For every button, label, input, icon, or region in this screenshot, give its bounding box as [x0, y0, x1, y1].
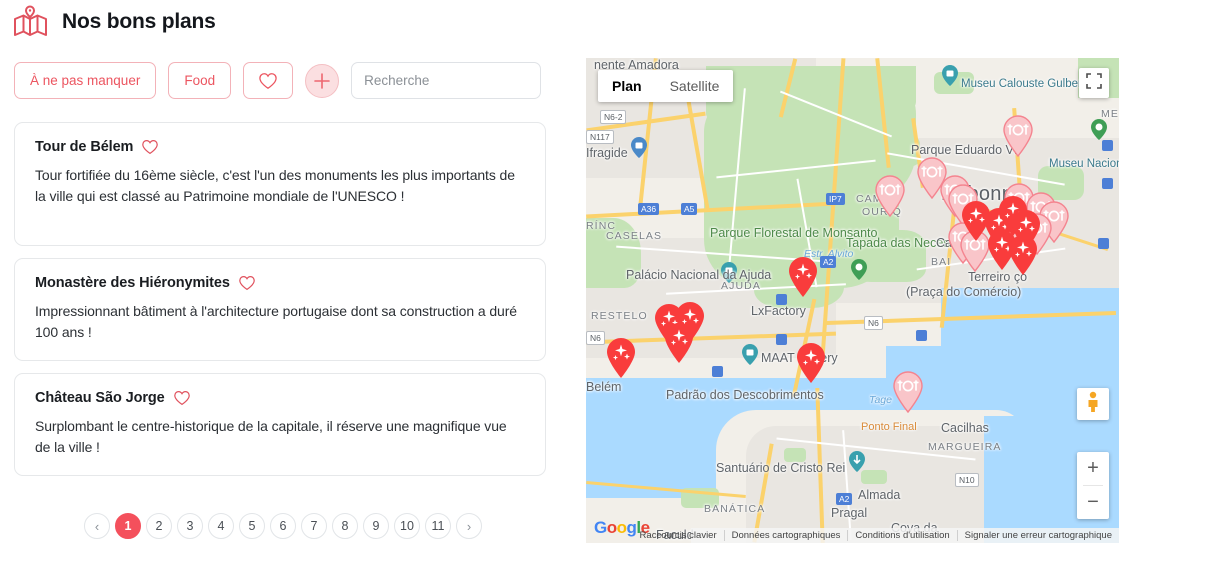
- map-type-plan[interactable]: Plan: [598, 70, 656, 102]
- map-poi-icon: [851, 259, 867, 280]
- street-view-pegman-icon: [1083, 391, 1103, 418]
- map-marker-food[interactable]: [873, 174, 907, 218]
- map-marker-food[interactable]: [891, 370, 925, 414]
- map-road-shield: A36: [638, 203, 660, 215]
- heart-icon[interactable]: [141, 139, 159, 155]
- pagination-page-6[interactable]: 6: [270, 513, 296, 539]
- map-road-shield: IP7: [826, 193, 845, 205]
- app-root: Nos bons plans À ne pas manquer Food Tou: [0, 0, 1209, 569]
- pagination-prev[interactable]: ‹: [84, 513, 110, 539]
- card-header: Tour de Bélem: [35, 139, 525, 155]
- pagination: ‹ 1 2 3 4 5 6 7 8 9 10 11 ›: [84, 513, 482, 539]
- map-attribution: Raccourcis clavier Données cartographiqu…: [640, 528, 1119, 543]
- card-title: Château São Jorge: [35, 390, 165, 407]
- map-road-shield: N6: [864, 316, 883, 330]
- card-description: Impressionnant bâtiment à l'architecture…: [35, 303, 517, 340]
- map-road-shield: N6: [586, 331, 605, 345]
- map-poi-icon: [942, 65, 958, 86]
- list-item[interactable]: Château São Jorge Surplombant le centre-…: [14, 373, 546, 477]
- map-road-shield: N6-2: [600, 110, 627, 124]
- map-canvas[interactable]: Lisbonne Parque Florestal de Monsanto Parq…: [586, 58, 1119, 543]
- card-header: Monastère des Hiéronymites: [35, 275, 525, 291]
- map-type-satellite[interactable]: Satellite: [656, 70, 734, 102]
- map-marker-must-see[interactable]: [1006, 233, 1040, 277]
- plans-list: Tour de Bélem Tour fortifiée du 16ème si…: [14, 122, 546, 488]
- list-item[interactable]: Monastère des Hiéronymites Impressionnan…: [14, 258, 546, 362]
- add-plan-button[interactable]: [305, 63, 340, 98]
- attribution-report-error[interactable]: Signaler une erreur cartographique: [956, 530, 1119, 541]
- plus-icon: [313, 72, 331, 90]
- pagination-page-4[interactable]: 4: [208, 513, 234, 539]
- card-header: Château São Jorge: [35, 390, 525, 406]
- map-poi-icon: [1091, 119, 1107, 140]
- page-header: Nos bons plans: [12, 4, 216, 40]
- map-poi-icon: [721, 262, 737, 283]
- filter-food[interactable]: Food: [168, 62, 232, 99]
- pagination-page-10[interactable]: 10: [394, 513, 420, 539]
- card-title: Tour de Bélem: [35, 139, 134, 155]
- street-view-button[interactable]: [1077, 388, 1109, 420]
- heart-icon[interactable]: [238, 275, 256, 291]
- fullscreen-button[interactable]: [1079, 68, 1109, 98]
- fullscreen-icon: [1086, 72, 1102, 94]
- map-marker-must-see[interactable]: [662, 321, 696, 365]
- pagination-page-1[interactable]: 1: [115, 513, 141, 539]
- map-poi-icon: [849, 451, 865, 472]
- attribution-map-data[interactable]: Données cartographiques: [723, 530, 848, 541]
- pagination-page-11[interactable]: 11: [425, 513, 451, 539]
- zoom-out-button[interactable]: −: [1077, 486, 1109, 519]
- map-road-shield: N117: [586, 130, 614, 144]
- search-input[interactable]: [351, 62, 542, 99]
- map-marker-food[interactable]: [1001, 114, 1035, 158]
- card-description: Surplombant le centre-historique de la c…: [35, 418, 507, 455]
- map-type-control[interactable]: Plan Satellite: [598, 70, 734, 102]
- pagination-page-5[interactable]: 5: [239, 513, 265, 539]
- pagination-page-3[interactable]: 3: [177, 513, 203, 539]
- zoom-control[interactable]: + −: [1077, 452, 1109, 519]
- map-panel[interactable]: Lisbonne Parque Florestal de Monsanto Parq…: [586, 58, 1119, 543]
- map-poi-icon: [742, 344, 758, 365]
- map-marker-must-see[interactable]: [794, 341, 828, 385]
- map-road-shield: A2: [820, 256, 837, 268]
- pagination-page-8[interactable]: 8: [332, 513, 358, 539]
- pagination-page-2[interactable]: 2: [146, 513, 172, 539]
- pagination-next[interactable]: ›: [456, 513, 482, 539]
- map-poi-icon: [631, 137, 647, 158]
- map-road-shield: A2: [836, 493, 853, 505]
- pagination-page-9[interactable]: 9: [363, 513, 389, 539]
- map-road-shield: A5: [681, 203, 698, 215]
- attribution-keyboard-shortcuts[interactable]: Raccourcis clavier: [633, 530, 724, 541]
- card-description: Tour fortifiée du 16ème siècle, c'est l'…: [35, 167, 515, 204]
- pagination-page-7[interactable]: 7: [301, 513, 327, 539]
- filter-bar: À ne pas manquer Food: [14, 62, 542, 99]
- page-title: Nos bons plans: [62, 10, 216, 33]
- filter-must-see[interactable]: À ne pas manquer: [14, 62, 157, 99]
- list-item[interactable]: Tour de Bélem Tour fortifiée du 16ème si…: [14, 122, 546, 246]
- attribution-terms[interactable]: Conditions d'utilisation: [847, 530, 956, 541]
- map-road-shield: N10: [955, 473, 979, 487]
- map-marker-must-see[interactable]: [604, 336, 638, 380]
- filter-favorites[interactable]: [243, 62, 294, 99]
- heart-icon: [258, 72, 278, 90]
- map-marker-must-see[interactable]: [786, 255, 820, 299]
- map-pin-logo-icon: [12, 5, 48, 39]
- zoom-in-button[interactable]: +: [1077, 452, 1109, 485]
- card-title: Monastère des Hiéronymites: [35, 275, 230, 291]
- heart-icon[interactable]: [173, 390, 191, 406]
